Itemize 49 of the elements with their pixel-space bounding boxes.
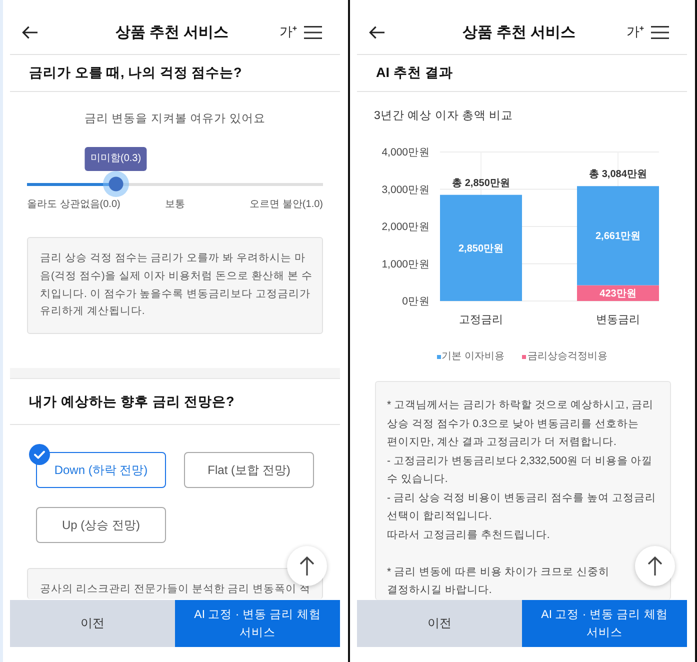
chart-title: 3년간 예상 이자 총액 비교 bbox=[373, 109, 514, 124]
bar-value-label: 423만원 bbox=[600, 288, 636, 300]
section-title: 금리가 오를 때, 나의 걱정 점수는? bbox=[29, 64, 242, 82]
back-arrow-icon[interactable] bbox=[22, 26, 38, 38]
legend-label: 기본 이자비용 bbox=[442, 350, 504, 363]
result-text: * 고객님께서는 금리가 하락할 것으로 예상하시고, 금리 상승 걱정 점수가 0.3으로 낮아 변동금리를 선호하는 편이지만, 계산 결과 고정금리가 더 저렴합니다. bbox=[387, 398, 655, 450]
bar-total-label: 총 2,850만원 bbox=[452, 178, 510, 189]
y-axis-label: 0만원 bbox=[402, 296, 430, 308]
legend-label: 금리상승걱정비용 bbox=[527, 350, 608, 363]
primary-button[interactable]: AI 고정 · 변동 금리 체험 서비스 bbox=[175, 600, 340, 647]
option-button[interactable]: Down (하락 전망) bbox=[36, 452, 166, 488]
back-arrow-icon[interactable] bbox=[369, 26, 385, 38]
x-axis-label: 고정금리 bbox=[459, 314, 503, 326]
scroll-top-button[interactable] bbox=[287, 546, 327, 586]
result-text: - 고정금리가 변동금리보다 2,332,500원 더 비용을 아낄 수 있습니다. bbox=[387, 454, 654, 487]
secondary-button[interactable]: 이전 bbox=[357, 600, 522, 647]
menu-icon[interactable] bbox=[651, 26, 669, 38]
option-button[interactable]: Flat (보합 전망) bbox=[184, 452, 314, 488]
y-axis-label: 3,000만원 bbox=[382, 184, 430, 196]
y-axis-label: 2,000만원 bbox=[382, 221, 430, 233]
screen-title: 상품 추천 서비스 bbox=[462, 22, 576, 42]
section-title: AI 추천 결과 bbox=[376, 64, 454, 82]
scale-label: 올라도 상관없음(0.0) bbox=[27, 198, 120, 212]
check-icon bbox=[29, 444, 50, 466]
result-text: 따라서 고정금리를 추천드립니다. bbox=[387, 528, 551, 542]
option-button[interactable]: Up (상승 전망) bbox=[36, 507, 166, 544]
slider-caption: 금리 변동을 지켜볼 여유가 있어요 bbox=[84, 111, 266, 127]
menu-icon[interactable] bbox=[304, 26, 322, 38]
slider-thumb[interactable] bbox=[102, 171, 129, 197]
result-text: - 금리 상승 걱정 비용이 변동금리 점수를 높여 고정금리 선택이 합리적입니다. bbox=[387, 490, 657, 524]
result-text: * 금리 변동에 따른 비용 차이가 크므로 신중히 결정하시길 바랍니다. bbox=[387, 564, 611, 598]
section-title: 내가 예상하는 향후 금리 전망은? bbox=[29, 392, 234, 411]
slider-tooltip: 미미함(0.3) bbox=[84, 147, 148, 171]
y-axis-label: 1,000만원 bbox=[382, 258, 430, 270]
up-arrow-icon bbox=[647, 556, 663, 576]
screen-title: 상품 추천 서비스 bbox=[115, 22, 229, 42]
scale-label: 보통 bbox=[165, 198, 185, 212]
primary-button[interactable]: AI 고정 · 변동 금리 체험 서비스 bbox=[522, 600, 687, 647]
up-arrow-icon bbox=[299, 556, 315, 576]
bar-total-label: 총 3,084만원 bbox=[589, 169, 647, 180]
y-axis-label: 4,000만원 bbox=[382, 146, 430, 158]
scale-label: 오르면 불안(1.0) bbox=[250, 198, 323, 212]
bar-value-label: 2,661만원 bbox=[595, 231, 641, 242]
secondary-button[interactable]: 이전 bbox=[10, 600, 175, 647]
bar-value-label: 2,850만원 bbox=[458, 243, 504, 254]
text-size-button[interactable]: 가$^{+}$ bbox=[626, 23, 644, 41]
x-axis-label: 변동금리 bbox=[596, 314, 640, 326]
text-size-button[interactable]: 가$^{+}$ bbox=[279, 23, 297, 41]
info-box: 금리 상승 걱정 점수는 금리가 오를까 봐 우려하시는 마음(걱정 점수)을 실제 이자 비용처럼 돈으로 환산해 본 수치입니다. 이 점수가 높을수록 변동금리보다 고정금리가 유리하게 계산됩니다. bbox=[27, 237, 323, 334]
